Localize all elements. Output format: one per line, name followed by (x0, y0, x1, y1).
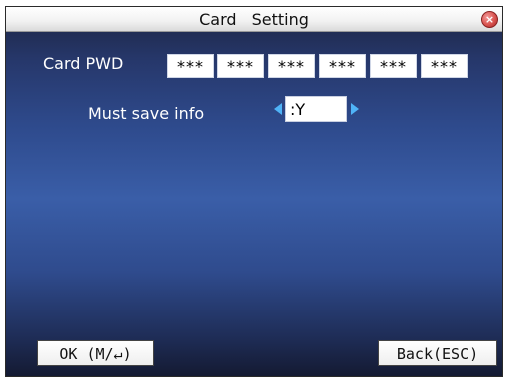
close-icon[interactable]: × (481, 11, 498, 28)
must-save-info-select[interactable]: :Y (285, 96, 347, 122)
title-bar: Card Setting × (6, 7, 502, 32)
arrow-right-icon[interactable] (351, 103, 359, 115)
ok-button[interactable]: OK (M/↵) (37, 340, 154, 366)
window-title: Card Setting (199, 10, 309, 29)
card-pwd-box-2[interactable]: *** (217, 54, 264, 78)
card-pwd-box-5[interactable]: *** (370, 54, 417, 78)
arrow-left-icon[interactable] (274, 103, 282, 115)
card-pwd-label: Card PWD (43, 54, 124, 73)
device-screen: Card Setting × Card PWD *** *** *** *** … (5, 6, 503, 377)
back-button[interactable]: Back(ESC) (378, 340, 497, 366)
card-pwd-box-6[interactable]: *** (421, 54, 468, 78)
card-pwd-box-4[interactable]: *** (319, 54, 366, 78)
card-pwd-box-3[interactable]: *** (268, 54, 315, 78)
card-pwd-box-1[interactable]: *** (167, 54, 214, 78)
must-save-info-label: Must save info (88, 104, 205, 123)
